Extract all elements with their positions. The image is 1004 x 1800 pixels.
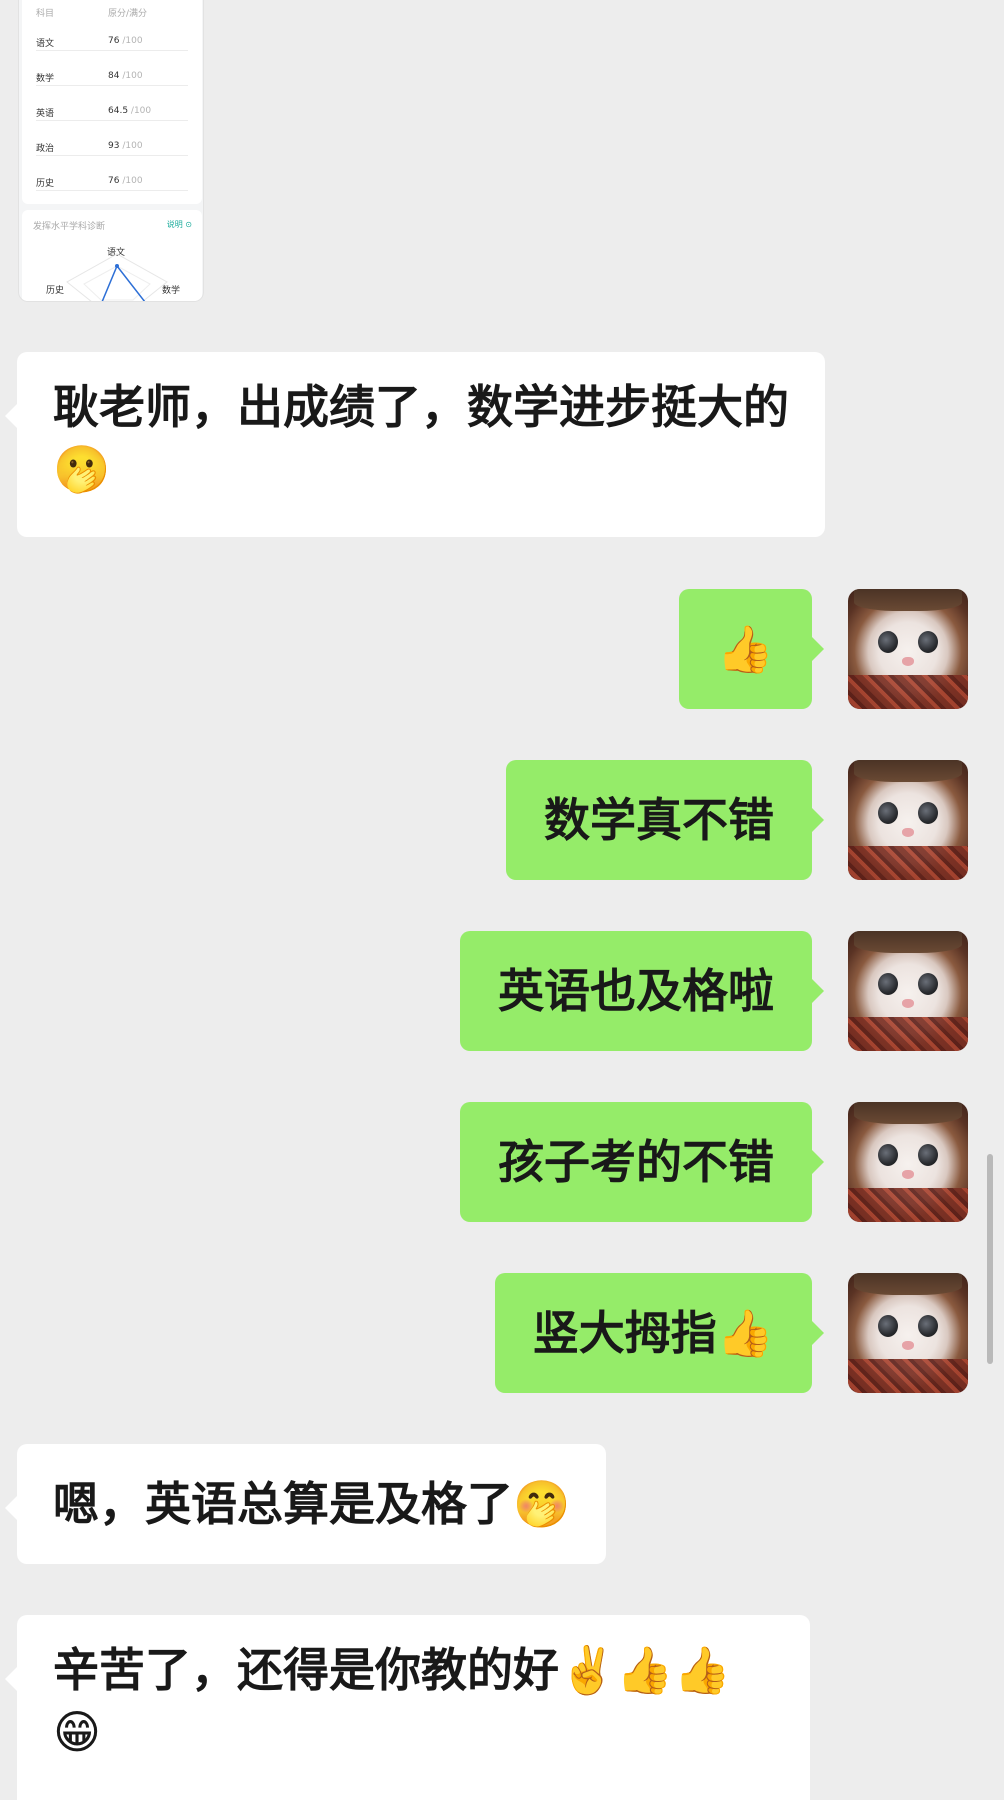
subject-score: 84 /100: [108, 71, 143, 81]
subject-name: 政治: [36, 144, 55, 154]
subject-name: 语文: [36, 39, 55, 49]
scrollbar-thumb[interactable]: [987, 1154, 993, 1364]
subject-name: 历史: [36, 179, 55, 189]
subject-score: 76 /100: [108, 36, 143, 46]
score-report-image[interactable]: 科目 原分/满分 语文 76 /100 数学 84 /100 英语 64.5 /…: [18, 0, 204, 302]
sent-message[interactable]: 数学真不错: [506, 760, 824, 880]
subject-score: 93 /100: [108, 141, 143, 151]
cat-avatar-image[interactable]: [848, 931, 968, 1051]
subject-score: 64.5 /100: [108, 106, 152, 116]
score-row: 数学 84 /100: [36, 51, 188, 86]
subject-name: 数学: [36, 74, 55, 84]
cat-avatar-image[interactable]: [848, 1102, 968, 1222]
sent-message[interactable]: 竖大拇指👍: [494, 1273, 825, 1393]
received-message[interactable]: 耿老师，出成绩了，数学进步挺大的🫢: [5, 352, 825, 537]
subject-name: 英语: [36, 109, 55, 119]
sent-message[interactable]: 英语也及格啦: [460, 931, 824, 1051]
score-row: 政治 93 /100: [36, 121, 188, 156]
score-row: 英语 64.5 /100: [36, 86, 188, 121]
cat-avatar-image[interactable]: [848, 1273, 968, 1393]
diagnosis-help-link[interactable]: 说明 ⊙: [167, 219, 192, 230]
score-table: 科目 原分/满分 语文 76 /100 数学 84 /100 英语 64.5 /…: [22, 0, 202, 204]
diagnosis-panel: 发挥水平学科诊断 说明 ⊙ 语文 历史 数学: [22, 210, 202, 301]
sent-message[interactable]: 孩子考的不错: [460, 1102, 824, 1222]
received-message[interactable]: 辛苦了，还得是你教的好✌️👍👍😁: [5, 1615, 810, 1800]
sent-message[interactable]: 👍: [678, 589, 825, 709]
diagnosis-title: 发挥水平学科诊断: [33, 222, 106, 232]
received-message[interactable]: 嗯，英语总算是及格了🤭: [4, 1444, 607, 1564]
radar-chart: [66, 253, 168, 301]
score-row: 历史 76 /100: [36, 156, 188, 191]
score-row: 语文 76 /100: [36, 16, 188, 51]
cat-avatar-image[interactable]: [848, 760, 968, 880]
subject-score: 76 /100: [108, 176, 143, 186]
cat-avatar-image[interactable]: [848, 589, 968, 709]
